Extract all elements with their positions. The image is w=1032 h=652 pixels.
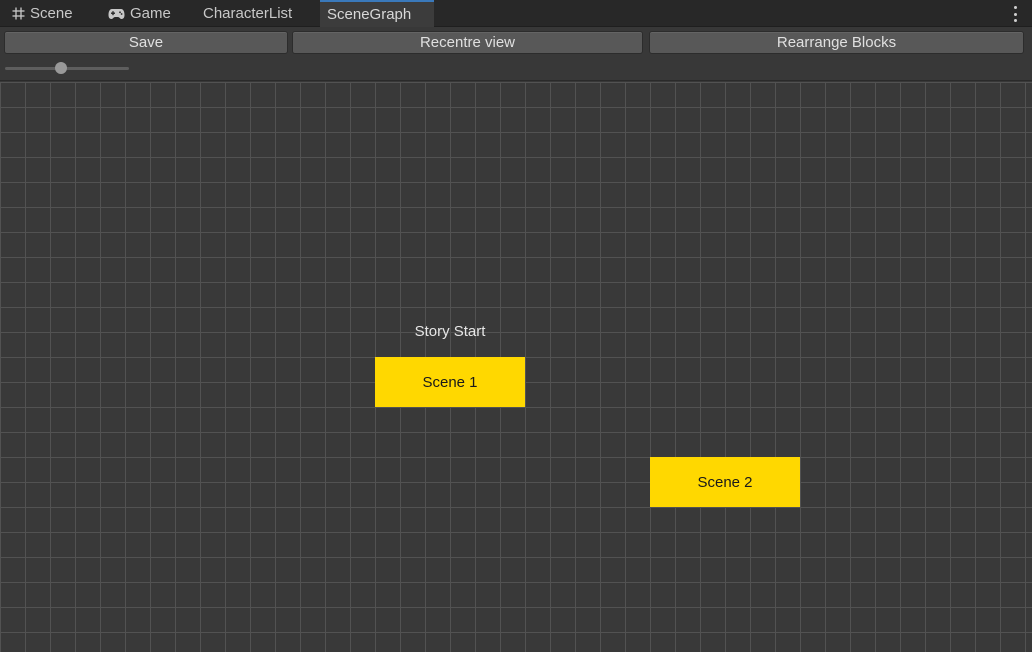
scene-graph-window: Scene Game CharacterList SceneGraph Save… bbox=[0, 0, 1032, 652]
save-button[interactable]: Save bbox=[4, 31, 288, 54]
story-start-label: Story Start bbox=[414, 323, 486, 340]
graph-canvas[interactable]: Story Start Scene 1 Scene 2 bbox=[0, 82, 1032, 652]
tab-characterlist[interactable]: CharacterList bbox=[203, 0, 292, 27]
grid-icon bbox=[12, 7, 25, 20]
gamepad-icon bbox=[108, 8, 125, 20]
tab-bar: Scene Game CharacterList SceneGraph bbox=[0, 0, 1032, 27]
tab-scene-label: Scene bbox=[30, 5, 73, 22]
zoom-slider[interactable] bbox=[5, 61, 129, 75]
scene-node[interactable]: Scene 2 bbox=[650, 457, 800, 507]
more-options-icon[interactable] bbox=[1012, 6, 1018, 22]
toolbar: Save Recentre view Rearrange Blocks bbox=[0, 27, 1032, 81]
rearrange-blocks-button[interactable]: Rearrange Blocks bbox=[649, 31, 1024, 54]
tab-scenegraph-label: SceneGraph bbox=[327, 6, 412, 23]
tab-game[interactable]: Game bbox=[108, 0, 171, 27]
tab-scene[interactable]: Scene bbox=[12, 0, 73, 27]
scene-node[interactable]: Scene 1 bbox=[375, 357, 525, 407]
tab-game-label: Game bbox=[130, 5, 171, 22]
zoom-slider-thumb[interactable] bbox=[55, 62, 67, 74]
zoom-slider-track bbox=[5, 67, 129, 70]
tab-characterlist-label: CharacterList bbox=[203, 5, 293, 22]
tab-scenegraph[interactable]: SceneGraph bbox=[320, 0, 434, 27]
recentre-view-button[interactable]: Recentre view bbox=[292, 31, 643, 54]
